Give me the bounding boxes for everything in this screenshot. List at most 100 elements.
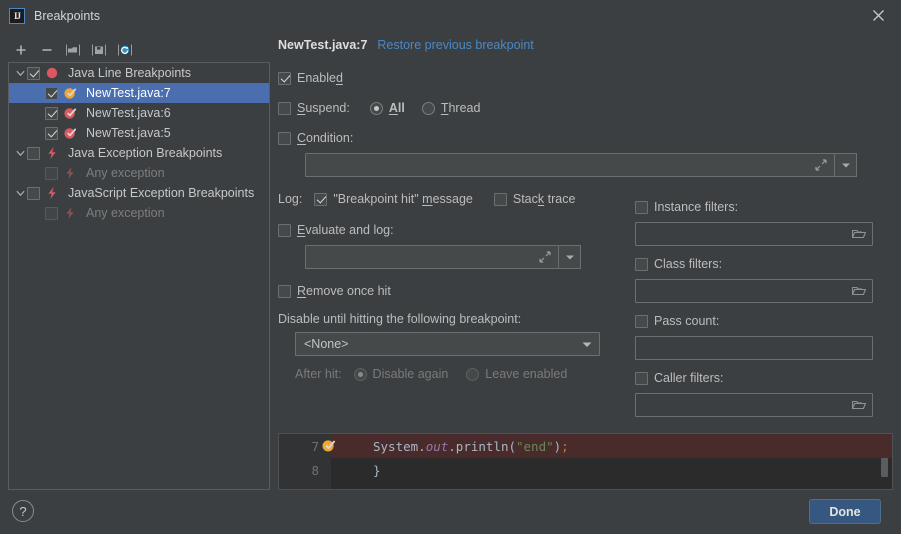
remove-breakpoint-button[interactable]	[34, 39, 60, 61]
disable-until-label: Disable until hitting the following brea…	[278, 312, 521, 326]
code-line-number: 8	[279, 463, 319, 478]
pass-count-input[interactable]	[635, 336, 873, 360]
instance-filters-checkbox[interactable]	[635, 201, 648, 214]
instance-filters-browse-folder-icon[interactable]	[846, 223, 872, 245]
suspend-all-label: All	[389, 101, 405, 115]
tree-row-checkbox[interactable]	[27, 187, 40, 200]
suspend-label: Suspend:	[297, 101, 350, 115]
suspend-row[interactable]: Suspend: All Thread	[278, 99, 893, 117]
after-hit-leave-enabled-group[interactable]: Leave enabled	[466, 367, 567, 381]
condition-checkbox[interactable]	[278, 132, 291, 145]
restore-previous-breakpoint-link[interactable]: Restore previous breakpoint	[377, 38, 533, 52]
save-breakpoint-group-diskette-icon[interactable]	[86, 39, 112, 61]
class-filters-checkbox[interactable]	[635, 258, 648, 271]
suspend-all-radio[interactable]	[370, 102, 383, 115]
after-hit-leave-enabled-radio[interactable]	[466, 368, 479, 381]
title-bar: IJ Breakpoints	[0, 0, 901, 31]
log-stack-trace-label: Stack trace	[513, 192, 576, 206]
close-icon[interactable]	[855, 0, 901, 31]
after-hit-disable-again-group[interactable]: Disable again	[354, 367, 449, 381]
remove-once-hit-label: Remove once hit	[297, 284, 391, 298]
enabled-row[interactable]: Enabled	[278, 69, 893, 87]
suspend-all-radio-group[interactable]: All	[370, 101, 405, 115]
pass-count-row[interactable]: Pass count:	[635, 312, 880, 330]
caller-filters-checkbox[interactable]	[635, 372, 648, 385]
evaluate-and-log-checkbox[interactable]	[278, 224, 291, 237]
suspend-thread-radio[interactable]	[422, 102, 435, 115]
chevron-down-icon[interactable]	[582, 337, 592, 351]
expand-arrows-icon[interactable]	[532, 246, 558, 268]
tree-row[interactable]: NewTest.java:7	[9, 83, 269, 103]
tree-row-label: NewTest.java:5	[86, 126, 171, 140]
caller-filters-row[interactable]: Caller filters:	[635, 369, 880, 387]
after-hit-label: After hit:	[295, 367, 342, 381]
chevron-down-icon[interactable]	[13, 189, 27, 198]
class-filters-browse-folder-icon[interactable]	[846, 280, 872, 302]
pass-count-label: Pass count:	[654, 314, 719, 328]
add-breakpoint-button[interactable]	[8, 39, 34, 61]
condition-input[interactable]	[305, 153, 835, 177]
tree-row-checkbox[interactable]	[45, 207, 58, 220]
tree-row[interactable]: Java Exception Breakpoints	[9, 143, 269, 163]
evaluate-history-dropdown-chevron-down-icon[interactable]	[559, 245, 581, 269]
breakpoint-detail-panel: NewTest.java:7 Restore previous breakpoi…	[278, 38, 893, 383]
class-filters-row[interactable]: Class filters:	[635, 255, 880, 273]
tree-row-label: NewTest.java:7	[86, 86, 171, 100]
help-button[interactable]: ?	[12, 500, 34, 522]
tree-row-checkbox[interactable]	[45, 167, 58, 180]
condition-row[interactable]: Condition:	[278, 129, 893, 147]
tree-row-checkbox[interactable]	[45, 127, 58, 140]
instance-filters-row[interactable]: Instance filters:	[635, 198, 880, 216]
tree-row[interactable]: Java Line Breakpoints	[9, 63, 269, 83]
code-token: out	[426, 439, 449, 454]
enabled-checkbox[interactable]	[278, 72, 291, 85]
breakpoints-tree[interactable]: Java Line Breakpoints NewTest.java:7 NewTe…	[8, 62, 270, 490]
log-stack-trace-checkbox[interactable]	[494, 193, 507, 206]
disable-until-selected-value: <None>	[304, 337, 348, 351]
group-breakpoints-folder-icon[interactable]	[60, 39, 86, 61]
chevron-down-icon[interactable]	[13, 149, 27, 158]
tree-row-label: NewTest.java:6	[86, 106, 171, 120]
suspend-thread-radio-group[interactable]: Thread	[422, 101, 481, 115]
tree-row[interactable]: NewTest.java:5	[9, 123, 269, 143]
caller-filters-input[interactable]	[635, 393, 873, 417]
tree-row-checkbox[interactable]	[27, 147, 40, 160]
code-line-text: System.out.println("end");	[331, 439, 569, 454]
after-hit-leave-enabled-label: Leave enabled	[485, 367, 567, 381]
tree-row-checkbox[interactable]	[27, 67, 40, 80]
code-preview[interactable]: 7System.out.println("end");8}	[278, 433, 893, 490]
breakpoint-name: NewTest.java:7	[278, 38, 367, 52]
code-line-number: 7	[279, 439, 319, 454]
tree-row-label: Java Exception Breakpoints	[68, 146, 222, 160]
tree-row-checkbox[interactable]	[45, 87, 58, 100]
restore-breakpoint-revert-icon[interactable]	[112, 39, 138, 61]
breakpoints-toolbar	[8, 38, 270, 62]
caller-filters-browse-folder-icon[interactable]	[846, 394, 872, 416]
class-filters-input[interactable]	[635, 279, 873, 303]
suspend-checkbox[interactable]	[278, 102, 291, 115]
tree-row[interactable]: JavaScript Exception Breakpoints	[9, 183, 269, 203]
instance-filters-group: Instance filters:	[635, 198, 880, 246]
code-token: .	[418, 439, 426, 454]
pass-count-checkbox[interactable]	[635, 315, 648, 328]
expand-arrows-icon[interactable]	[808, 154, 834, 176]
disable-until-breakpoint-select[interactable]: <None>	[295, 332, 600, 356]
intellij-logo-icon: IJ	[9, 8, 25, 24]
tree-row[interactable]: Any exception	[9, 203, 269, 223]
tree-row[interactable]: Any exception	[9, 163, 269, 183]
log-message-checkbox[interactable]	[314, 193, 327, 206]
suspend-thread-label: Thread	[441, 101, 481, 115]
instance-filters-input[interactable]	[635, 222, 873, 246]
after-hit-disable-again-radio[interactable]	[354, 368, 367, 381]
tree-row-checkbox[interactable]	[45, 107, 58, 120]
chevron-down-icon[interactable]	[13, 69, 27, 78]
tree-row-label: Any exception	[86, 206, 165, 220]
tree-row[interactable]: NewTest.java:6	[9, 103, 269, 123]
remove-once-hit-checkbox[interactable]	[278, 285, 291, 298]
done-button[interactable]: Done	[809, 499, 881, 524]
tree-row-label: Java Line Breakpoints	[68, 66, 191, 80]
evaluate-and-log-input[interactable]	[305, 245, 559, 269]
pass-count-group: Pass count:	[635, 312, 880, 360]
condition-field-group[interactable]	[305, 153, 893, 177]
condition-history-dropdown-chevron-down-icon[interactable]	[835, 153, 857, 177]
